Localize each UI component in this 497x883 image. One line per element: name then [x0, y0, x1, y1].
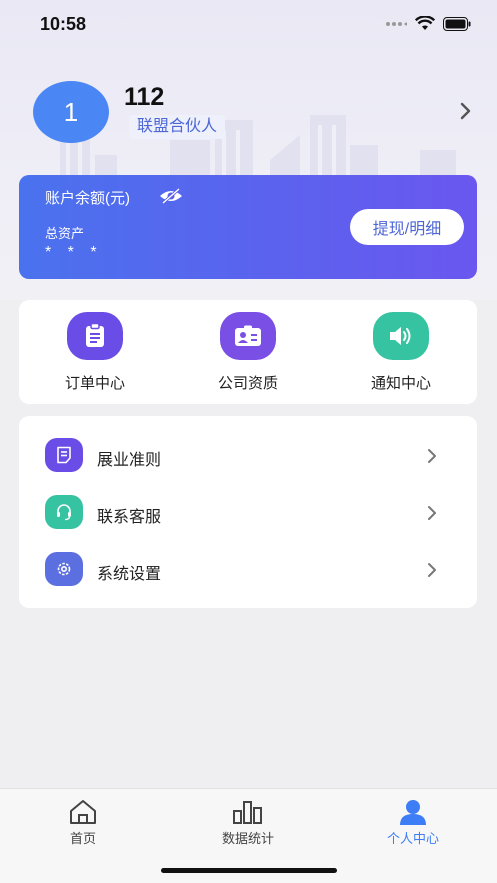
- notification-center-label: 通知中心: [370, 375, 431, 392]
- chevron-right-icon[interactable]: [459, 101, 473, 121]
- chevron-right-icon: [428, 563, 436, 577]
- assets-label: 总资产: [45, 226, 85, 241]
- username: 112: [124, 83, 165, 111]
- order-center-button[interactable]: 订单中心: [35, 312, 155, 398]
- headset-icon: [45, 495, 83, 529]
- tab-home-label: 首页: [69, 831, 96, 846]
- battery-icon: [443, 16, 471, 31]
- clipboard-icon: [67, 312, 123, 360]
- profile-header[interactable]: 1 112 联盟合伙人: [33, 81, 473, 143]
- eye-hidden-icon[interactable]: [159, 188, 183, 204]
- signal-dots-icon: [386, 21, 407, 26]
- order-center-label: 订单中心: [64, 375, 125, 392]
- quick-actions-card: 订单中心 公司资质 通知中心: [19, 300, 477, 404]
- status-bar: 10:58: [0, 0, 497, 50]
- menu-label-contact-support: 联系客服: [97, 509, 162, 526]
- menu-card: 展业准则 联系客服 系统设置: [19, 416, 477, 608]
- company-qualification-label: 公司资质: [217, 375, 278, 392]
- bar-chart-icon: [193, 797, 303, 825]
- withdraw-details-button[interactable]: 提现/明细: [350, 209, 464, 245]
- speaker-icon: [373, 312, 429, 360]
- chevron-right-icon: [428, 449, 436, 463]
- menu-label-system-settings: 系统设置: [97, 566, 162, 583]
- status-time: 10:58: [40, 14, 87, 34]
- gear-icon: [45, 552, 83, 586]
- tab-statistics-label: 数据统计: [221, 831, 274, 846]
- menu-item-contact-support[interactable]: 联系客服: [19, 493, 477, 533]
- tab-home[interactable]: 首页: [28, 797, 138, 847]
- tab-profile[interactable]: 个人中心: [358, 797, 468, 847]
- document-icon: [45, 438, 83, 472]
- id-card-icon: [220, 312, 276, 360]
- balance-title: 账户余额(元): [45, 190, 130, 207]
- user-role-badge: 联盟合伙人: [129, 115, 226, 139]
- status-icons: [385, 16, 471, 31]
- tab-profile-label: 个人中心: [386, 831, 439, 846]
- menu-label-business-guidelines: 展业准则: [97, 452, 162, 469]
- notification-center-button[interactable]: 通知中心: [341, 312, 461, 398]
- menu-item-business-guidelines[interactable]: 展业准则: [19, 436, 477, 476]
- menu-item-system-settings[interactable]: 系统设置: [19, 550, 477, 590]
- chevron-right-icon: [428, 506, 436, 520]
- avatar[interactable]: 1: [33, 81, 109, 143]
- balance-card: 账户余额(元) 总资产 * * * 提现/明细: [19, 175, 477, 279]
- home-icon: [28, 797, 138, 825]
- home-indicator: [161, 868, 337, 873]
- wifi-icon: [415, 16, 435, 30]
- person-icon: [358, 797, 468, 825]
- company-qualification-button[interactable]: 公司资质: [188, 312, 308, 398]
- tab-statistics[interactable]: 数据统计: [193, 797, 303, 847]
- assets-value: * * *: [45, 244, 103, 261]
